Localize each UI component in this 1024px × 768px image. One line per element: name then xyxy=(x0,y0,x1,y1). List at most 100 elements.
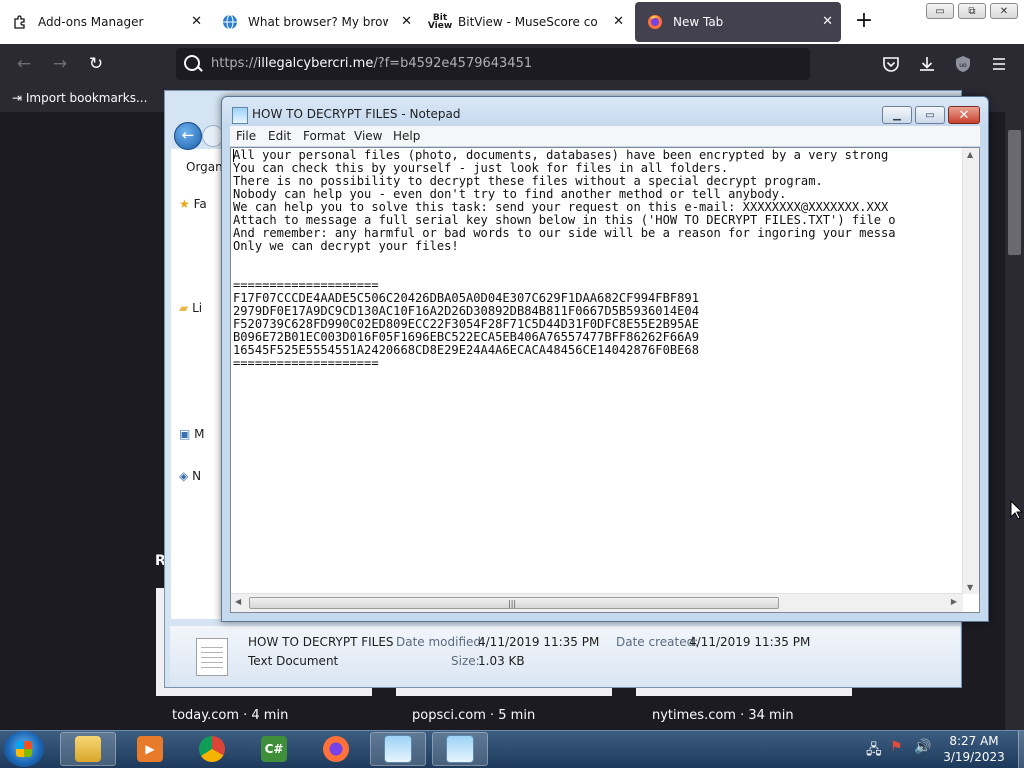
media-player-icon: ▶ xyxy=(137,736,163,762)
close-icon: ✕ xyxy=(999,5,1009,17)
window-title: HOW TO DECRYPT FILES - Notepad xyxy=(252,107,461,121)
minimize-button[interactable]: ▭ xyxy=(926,3,954,19)
nav-libraries[interactable]: ▰ Li xyxy=(179,301,202,315)
text-caret xyxy=(233,149,234,162)
organize-menu[interactable]: Organ xyxy=(186,160,223,174)
taskbar-firefox[interactable] xyxy=(308,732,364,766)
folder-icon: ▰ xyxy=(179,301,189,315)
minimize-button[interactable]: ▁ xyxy=(882,106,912,124)
csharp-icon: C# xyxy=(261,736,287,762)
nav-network[interactable]: ◈ N xyxy=(179,469,201,483)
network-tray-icon[interactable]: 🖧 xyxy=(866,739,882,763)
close-icon[interactable]: ✕ xyxy=(401,14,412,29)
explorer-back-button[interactable]: ← xyxy=(174,122,202,150)
menu-view[interactable]: View xyxy=(354,129,382,143)
navigation-pane: ★ Fa ▰ Li ▣ M ◈ N xyxy=(171,149,223,619)
menu-file[interactable]: File xyxy=(236,129,256,143)
text-editor[interactable]: All your personal files (photo, document… xyxy=(230,147,980,613)
firefox-icon xyxy=(323,736,349,762)
url-bar[interactable]: https://illegalcybercri.me/?f=b4592e4579… xyxy=(176,48,810,80)
url-text[interactable]: https://illegalcybercri.me/?f=b4592e4579… xyxy=(211,56,532,71)
scroll-left-icon[interactable]: ◀ xyxy=(235,597,241,606)
horizontal-scrollbar[interactable]: ◀ ||| ▶ xyxy=(231,593,963,612)
taskbar-notepad-2[interactable] xyxy=(432,732,488,766)
close-icon[interactable]: ✕ xyxy=(191,14,202,29)
file-type: Text Document xyxy=(248,654,339,668)
notepad-icon xyxy=(446,735,474,763)
volume-icon[interactable]: 🔊 xyxy=(914,739,931,755)
nav-computer[interactable]: ▣ M xyxy=(179,427,205,441)
firefox-icon xyxy=(647,14,663,30)
maximize-button[interactable]: ▭ xyxy=(915,106,945,124)
scroll-down-icon[interactable]: ▼ xyxy=(967,583,973,592)
details-pane: HOW TO DECRYPT FILES Text Document Date … xyxy=(170,626,960,686)
clock-time: 8:27 AM xyxy=(949,734,999,748)
date-modified-label: Date modified: xyxy=(396,635,486,649)
downloads-button[interactable] xyxy=(918,55,938,75)
nav-favorites[interactable]: ★ Fa xyxy=(179,197,207,211)
tab-new-tab[interactable]: New Tab ✕ xyxy=(635,2,841,42)
arrow-left-icon: ← xyxy=(181,126,195,144)
restore-button[interactable]: ⧉ xyxy=(958,3,986,19)
back-button[interactable]: ← xyxy=(13,53,35,75)
computer-icon: ▣ xyxy=(179,427,191,441)
grip-icon: ||| xyxy=(508,599,517,608)
scroll-up-icon[interactable]: ▲ xyxy=(967,150,973,159)
menu-edit[interactable]: Edit xyxy=(268,129,291,143)
forward-button[interactable]: → xyxy=(49,53,71,75)
taskbar-chrome[interactable] xyxy=(184,732,240,766)
minimize-icon: ▭ xyxy=(935,5,945,17)
globe-icon xyxy=(222,14,238,30)
pocket-icon xyxy=(883,57,899,72)
action-center-icon[interactable]: ⚑ xyxy=(890,739,903,755)
import-icon: ⇥ xyxy=(12,91,26,105)
network-icon: ◈ xyxy=(179,469,189,483)
mouse-pointer-icon xyxy=(1010,499,1024,523)
reload-button[interactable]: ↻ xyxy=(85,53,107,75)
tab-addons-manager[interactable]: Add-ons Manager ✕ xyxy=(0,2,210,42)
date-created-label: Date created: xyxy=(616,635,699,649)
pocket-button[interactable] xyxy=(882,55,902,75)
svg-text:uo: uo xyxy=(959,62,967,69)
text-line: ==================== xyxy=(233,356,379,370)
date-modified-value: 4/11/2019 11:35 PM xyxy=(478,635,600,649)
close-icon: ✕ xyxy=(958,107,970,123)
page-scrollbar-thumb[interactable] xyxy=(1008,130,1021,255)
system-clock[interactable]: 8:27 AM 3/19/2023 xyxy=(934,733,1014,765)
notepad-icon xyxy=(384,735,412,763)
new-tab-button[interactable]: + xyxy=(852,8,876,33)
arrow-left-icon: ← xyxy=(16,54,32,74)
show-desktop-button[interactable] xyxy=(1018,731,1024,768)
minimize-icon: ▁ xyxy=(893,109,901,121)
app-menu-button[interactable] xyxy=(990,55,1010,75)
restore-icon: ⧉ xyxy=(968,5,976,17)
notepad-icon xyxy=(232,107,248,124)
bitview-icon: Bit View xyxy=(427,13,453,31)
vertical-scrollbar[interactable]: ▲ ▼ xyxy=(962,148,979,594)
story-source: popsci.com · 5 min xyxy=(412,708,536,723)
document-text[interactable]: All your personal files (photo, document… xyxy=(233,149,896,370)
tab-bitview[interactable]: BitView BitView - MuseScore comple ✕ xyxy=(420,2,632,42)
close-icon[interactable]: ✕ xyxy=(822,14,833,29)
windows-logo-icon xyxy=(16,741,32,757)
import-bookmarks-link[interactable]: ⇥ Import bookmarks... xyxy=(12,91,147,105)
clock-date: 3/19/2023 xyxy=(943,750,1005,764)
taskbar-explorer[interactable] xyxy=(60,732,116,766)
taskbar-media-player[interactable]: ▶ xyxy=(122,732,178,766)
search-icon xyxy=(184,55,200,71)
start-button[interactable] xyxy=(4,731,44,767)
menu-format[interactable]: Format xyxy=(303,129,345,143)
text-line xyxy=(233,253,896,266)
taskbar-notepad[interactable] xyxy=(370,732,426,766)
close-window-button[interactable]: ✕ xyxy=(990,3,1018,19)
ublock-button[interactable]: uo xyxy=(954,55,974,75)
text-file-icon xyxy=(196,638,228,676)
menu-help[interactable]: Help xyxy=(393,129,420,143)
scroll-right-icon[interactable]: ▶ xyxy=(951,597,957,606)
tab-what-browser[interactable]: What browser? My browser? I ✕ xyxy=(210,2,420,42)
close-button[interactable]: ✕ xyxy=(948,106,980,124)
taskbar-csharp-app[interactable]: C# xyxy=(246,732,302,766)
horizontal-scroll-thumb[interactable]: ||| xyxy=(249,597,779,609)
close-icon[interactable]: ✕ xyxy=(613,14,624,29)
reload-icon: ↻ xyxy=(88,54,104,74)
